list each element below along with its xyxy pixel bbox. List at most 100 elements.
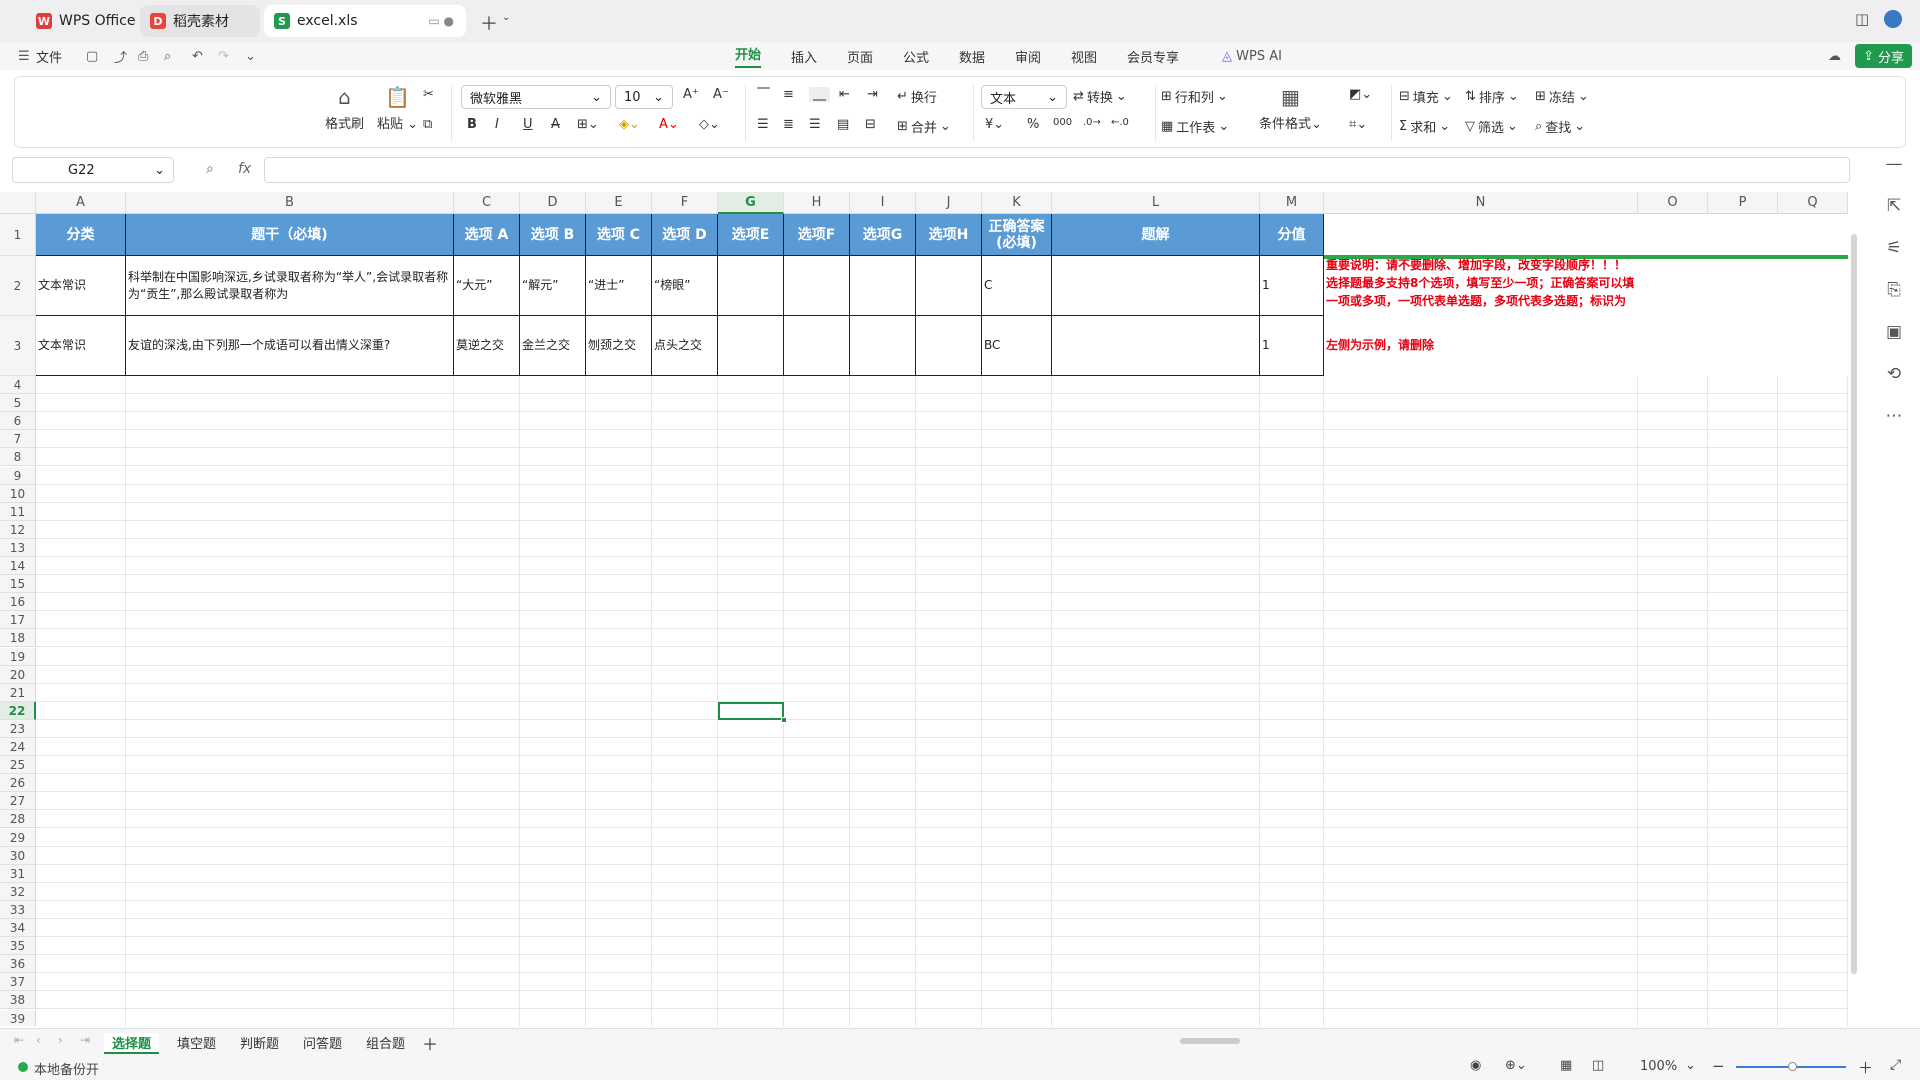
- data-cell[interactable]: [850, 256, 916, 316]
- column-header[interactable]: I: [850, 192, 916, 214]
- print-icon[interactable]: ⎙: [138, 49, 148, 64]
- menu-page[interactable]: 页面: [847, 47, 873, 66]
- crop-icon[interactable]: ⌗⌄: [1349, 117, 1367, 132]
- zoom-in-icon[interactable]: ＋: [1858, 1057, 1873, 1078]
- decrease-decimal-icon[interactable]: ←.0: [1111, 117, 1129, 128]
- convert-button[interactable]: ⇄ 转换 ⌄: [1073, 87, 1127, 106]
- row-header[interactable]: 23: [0, 719, 36, 738]
- data-cell[interactable]: 1: [1260, 316, 1324, 376]
- settings-sliders-icon[interactable]: ⚟: [1886, 238, 1901, 258]
- collapse-icon[interactable]: —: [1886, 154, 1903, 174]
- menu-insert[interactable]: 插入: [791, 47, 817, 66]
- export-icon[interactable]: ⤴: [114, 47, 127, 66]
- column-header[interactable]: J: [916, 192, 982, 214]
- next-sheet-icon[interactable]: ›: [58, 1033, 63, 1047]
- sheet-tab-combo[interactable]: 组合题: [366, 1033, 405, 1052]
- data-cell[interactable]: 文本常识: [36, 256, 126, 316]
- column-header[interactable]: L: [1052, 192, 1260, 214]
- align-bottom-icon[interactable]: ⎽: [809, 87, 831, 102]
- cut-icon[interactable]: ✂: [423, 87, 434, 102]
- column-header[interactable]: C: [454, 192, 520, 214]
- row-col-button[interactable]: ⊞ 行和列 ⌄: [1161, 87, 1228, 106]
- undo-icon[interactable]: ↶: [192, 49, 203, 64]
- filter-button[interactable]: ▽ 筛选 ⌄: [1465, 117, 1518, 136]
- row-header[interactable]: 8: [0, 448, 36, 467]
- header-cell[interactable]: 选项 C: [586, 214, 652, 256]
- row-header[interactable]: 13: [0, 538, 36, 557]
- data-cell[interactable]: [1052, 256, 1260, 316]
- row-header[interactable]: 7: [0, 430, 36, 449]
- header-cell[interactable]: 选项 D: [652, 214, 718, 256]
- data-cell[interactable]: [850, 316, 916, 376]
- redo-icon[interactable]: ↷: [218, 49, 229, 64]
- clear-icon[interactable]: ◇⌄: [699, 117, 720, 132]
- first-sheet-icon[interactable]: ⇤: [14, 1033, 24, 1047]
- tab-daoke[interactable]: D 稻壳素材: [140, 5, 260, 37]
- wrap-button[interactable]: ↵ 换行: [897, 87, 937, 106]
- data-cell[interactable]: [718, 316, 784, 376]
- column-header[interactable]: H: [784, 192, 850, 214]
- menu-data[interactable]: 数据: [959, 47, 985, 66]
- row-header[interactable]: 24: [0, 738, 36, 757]
- row-header[interactable]: 3: [0, 316, 36, 376]
- header-cell[interactable]: 分值: [1260, 214, 1324, 256]
- thousands-icon[interactable]: 000: [1053, 117, 1072, 128]
- column-header[interactable]: D: [520, 192, 586, 214]
- style-icon[interactable]: ◩⌄: [1349, 87, 1372, 102]
- data-cell[interactable]: [718, 256, 784, 316]
- hamburger-icon[interactable]: ☰: [18, 49, 30, 64]
- row-header[interactable]: 38: [0, 991, 36, 1010]
- row-header[interactable]: 18: [0, 629, 36, 648]
- prev-sheet-icon[interactable]: ‹: [36, 1033, 41, 1047]
- percent-icon[interactable]: %: [1027, 117, 1039, 132]
- avatar[interactable]: [1884, 10, 1902, 28]
- vertical-scroll-thumb[interactable]: [1851, 234, 1857, 974]
- fill-handle[interactable]: [781, 716, 787, 723]
- row-header[interactable]: 29: [0, 828, 36, 847]
- add-sheet-icon[interactable]: ＋: [422, 1031, 438, 1055]
- row-header[interactable]: 30: [0, 846, 36, 865]
- sort-button[interactable]: ⇅ 排序 ⌄: [1465, 87, 1519, 106]
- selected-cell[interactable]: [718, 701, 784, 720]
- copy-icon[interactable]: ⧉: [423, 117, 432, 132]
- row-header[interactable]: 28: [0, 810, 36, 829]
- zoom-slider[interactable]: [1736, 1062, 1846, 1071]
- sheet-tab-judge[interactable]: 判断题: [240, 1033, 279, 1052]
- wps-ai-menu[interactable]: ◬ WPS AI: [1222, 49, 1282, 64]
- print-preview-icon[interactable]: ⌕: [164, 49, 171, 64]
- row-header[interactable]: 20: [0, 665, 36, 684]
- distribute-icon[interactable]: ⊟: [865, 117, 876, 132]
- row-header[interactable]: 21: [0, 683, 36, 702]
- header-cell[interactable]: 选项F: [784, 214, 850, 256]
- font-name-select[interactable]: 微软雅黑 ⌄: [461, 85, 611, 109]
- row-header[interactable]: 36: [0, 955, 36, 974]
- eye-icon[interactable]: ◉: [1470, 1058, 1481, 1073]
- crosshair-icon[interactable]: ⊕⌄: [1505, 1058, 1527, 1073]
- row-header[interactable]: 26: [0, 774, 36, 793]
- column-header[interactable]: B: [126, 192, 454, 214]
- row-header[interactable]: 39: [0, 1009, 36, 1026]
- data-cell[interactable]: “进士”: [586, 256, 652, 316]
- horizontal-scroll-thumb[interactable]: [1180, 1038, 1240, 1044]
- header-cell[interactable]: 选项H: [916, 214, 982, 256]
- number-format-select[interactable]: 文本 ⌄: [981, 85, 1067, 109]
- column-header[interactable]: K: [982, 192, 1052, 214]
- bold-icon[interactable]: B: [467, 117, 477, 132]
- increase-decimal-icon[interactable]: .0→: [1083, 117, 1101, 128]
- new-tab-icon[interactable]: ＋: [480, 10, 498, 36]
- header-cell[interactable]: 选项G: [850, 214, 916, 256]
- align-middle-icon[interactable]: ≡: [783, 87, 794, 102]
- data-cell[interactable]: [784, 256, 850, 316]
- row-header[interactable]: 9: [0, 466, 36, 485]
- data-cell[interactable]: 科举制在中国影响深远,乡试录取者称为“举人”,会试录取者称为“贡生”,那么殿试录…: [126, 256, 454, 316]
- vertical-scrollbar[interactable]: [1848, 222, 1860, 1002]
- row-header[interactable]: 19: [0, 647, 36, 666]
- row-header[interactable]: 5: [0, 394, 36, 413]
- row-header[interactable]: 35: [0, 937, 36, 956]
- page-view-icon[interactable]: ◫: [1592, 1058, 1604, 1073]
- fullscreen-icon[interactable]: ⤢: [1890, 1057, 1901, 1073]
- data-cell[interactable]: C: [982, 256, 1052, 316]
- increase-font-icon[interactable]: A⁺: [683, 87, 699, 102]
- outdent-icon[interactable]: ⇤: [839, 87, 850, 102]
- row-header[interactable]: 33: [0, 900, 36, 919]
